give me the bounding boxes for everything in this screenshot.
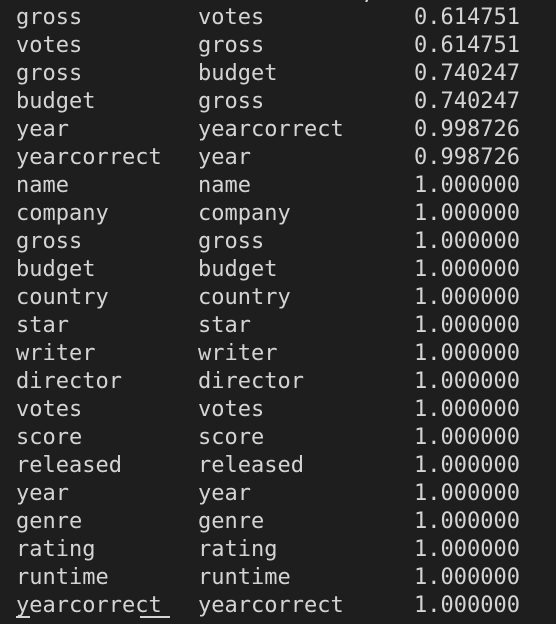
table-row: name name 1.000000 (0, 172, 556, 200)
table-row: writer writer 1.000000 (0, 340, 556, 368)
table-row: score score 1.000000 (0, 424, 556, 452)
table-row: genre genre 1.000000 (0, 508, 556, 536)
table-row: director director 1.000000 (0, 368, 556, 396)
correlation-value-cell: 1.000000 (414, 257, 520, 282)
correlation-value-cell: 0.740247 (414, 61, 520, 86)
correlation-value-cell: 1.000000 (414, 509, 520, 534)
variable-1-cell: name (16, 173, 69, 198)
variable-2-cell: year (198, 481, 251, 506)
variable-1-cell: gross (16, 229, 83, 254)
correlation-value-cell: 1.000000 (414, 341, 520, 366)
variable-1-cell: director (16, 369, 122, 394)
correlation-value-cell: 1.000000 (414, 425, 520, 450)
variable-2-cell: name (198, 173, 251, 198)
correlation-value-cell: 1.000000 (414, 285, 520, 310)
correlation-value-cell: 1.000000 (414, 537, 520, 562)
clipped-row-fragment-bottom (0, 616, 556, 624)
table-row: budget gross 0.740247 (0, 88, 556, 116)
variable-2-cell: yearcorrect (198, 117, 344, 142)
table-row: year year 1.000000 (0, 480, 556, 508)
variable-2-cell: gross (198, 33, 265, 58)
variable-1-cell: budget (16, 89, 96, 114)
correlation-value-cell: 1.000000 (414, 481, 520, 506)
correlation-value-cell: 1.000000 (414, 229, 520, 254)
variable-1-cell: runtime (16, 565, 109, 590)
clipped-glyph-fragment (16, 616, 30, 624)
variable-2-cell: writer (198, 341, 278, 366)
variable-2-cell: genre (198, 509, 265, 534)
variable-1-cell: yearcorrect (16, 145, 162, 170)
variable-2-cell: gross (198, 229, 265, 254)
clipped-text-fragment-top: y (360, 0, 380, 2)
correlation-value-cell: 0.614751 (414, 33, 520, 58)
notebook-output: y grossvotes0.614751votesgross0.614751gr… (0, 0, 556, 624)
variable-2-cell: votes (198, 397, 265, 422)
table-row: year yearcorrect 0.998726 (0, 116, 556, 144)
correlation-value-cell: 0.998726 (414, 145, 520, 170)
table-row: runtime runtime 1.000000 (0, 564, 556, 592)
table-row: star star 1.000000 (0, 312, 556, 340)
table-row: country country 1.000000 (0, 284, 556, 312)
variable-2-cell: star (198, 313, 251, 338)
variable-2-cell: gross (198, 89, 265, 114)
correlation-value-cell: 1.000000 (414, 313, 520, 338)
variable-1-cell: writer (16, 341, 96, 366)
table-row: gross gross 1.000000 (0, 228, 556, 256)
table-row: yearcorrect year 0.998726 (0, 144, 556, 172)
table-row: votes gross 0.614751 (0, 32, 556, 60)
clipped-glyph-fragment (140, 616, 170, 624)
variable-2-cell: country (198, 285, 291, 310)
table-row: gross votes 0.614751 (0, 4, 556, 32)
variable-1-cell: votes (16, 397, 83, 422)
variable-1-cell: year (16, 481, 69, 506)
correlation-value-cell: 1.000000 (414, 201, 520, 226)
variable-2-cell: company (198, 201, 291, 226)
variable-1-cell: country (16, 285, 109, 310)
correlation-value-cell: 1.000000 (414, 565, 520, 590)
variable-1-cell: gross (16, 5, 83, 30)
table-row: rating rating 1.000000 (0, 536, 556, 564)
table-row: votes votes 1.000000 (0, 396, 556, 424)
correlation-value-cell: 0.614751 (414, 5, 520, 30)
variable-1-cell: votes (16, 33, 83, 58)
variable-1-cell: rating (16, 537, 96, 562)
correlation-value-cell: 1.000000 (414, 173, 520, 198)
table-row: company company 1.000000 (0, 200, 556, 228)
table-row: budget budget 1.000000 (0, 256, 556, 284)
variable-2-cell: runtime (198, 565, 291, 590)
variable-2-cell: votes (198, 5, 265, 30)
variable-1-cell: star (16, 313, 69, 338)
variable-1-cell: year (16, 117, 69, 142)
correlation-value-cell: 1.000000 (414, 397, 520, 422)
variable-2-cell: score (198, 425, 265, 450)
table-row: gross budget 0.740247 (0, 60, 556, 88)
variable-1-cell: gross (16, 61, 83, 86)
variable-2-cell: released (198, 453, 304, 478)
correlation-value-cell: 0.740247 (414, 89, 520, 114)
variable-1-cell: company (16, 201, 109, 226)
variable-2-cell: director (198, 369, 304, 394)
variable-2-cell: budget (198, 257, 278, 282)
variable-2-cell: rating (198, 537, 278, 562)
correlation-value-cell: 1.000000 (414, 369, 520, 394)
variable-1-cell: score (16, 425, 83, 450)
variable-1-cell: budget (16, 257, 96, 282)
table-row: released released 1.000000 (0, 452, 556, 480)
variable-1-cell: genre (16, 509, 83, 534)
variable-2-cell: year (198, 145, 251, 170)
correlation-pairs-list: gross votes 0.614751 votes gross 0.614751 gros… (0, 4, 556, 620)
variable-1-cell: released (16, 453, 122, 478)
correlation-value-cell: 1.000000 (414, 453, 520, 478)
variable-2-cell: budget (198, 61, 278, 86)
correlation-value-cell: 0.998726 (414, 117, 520, 142)
